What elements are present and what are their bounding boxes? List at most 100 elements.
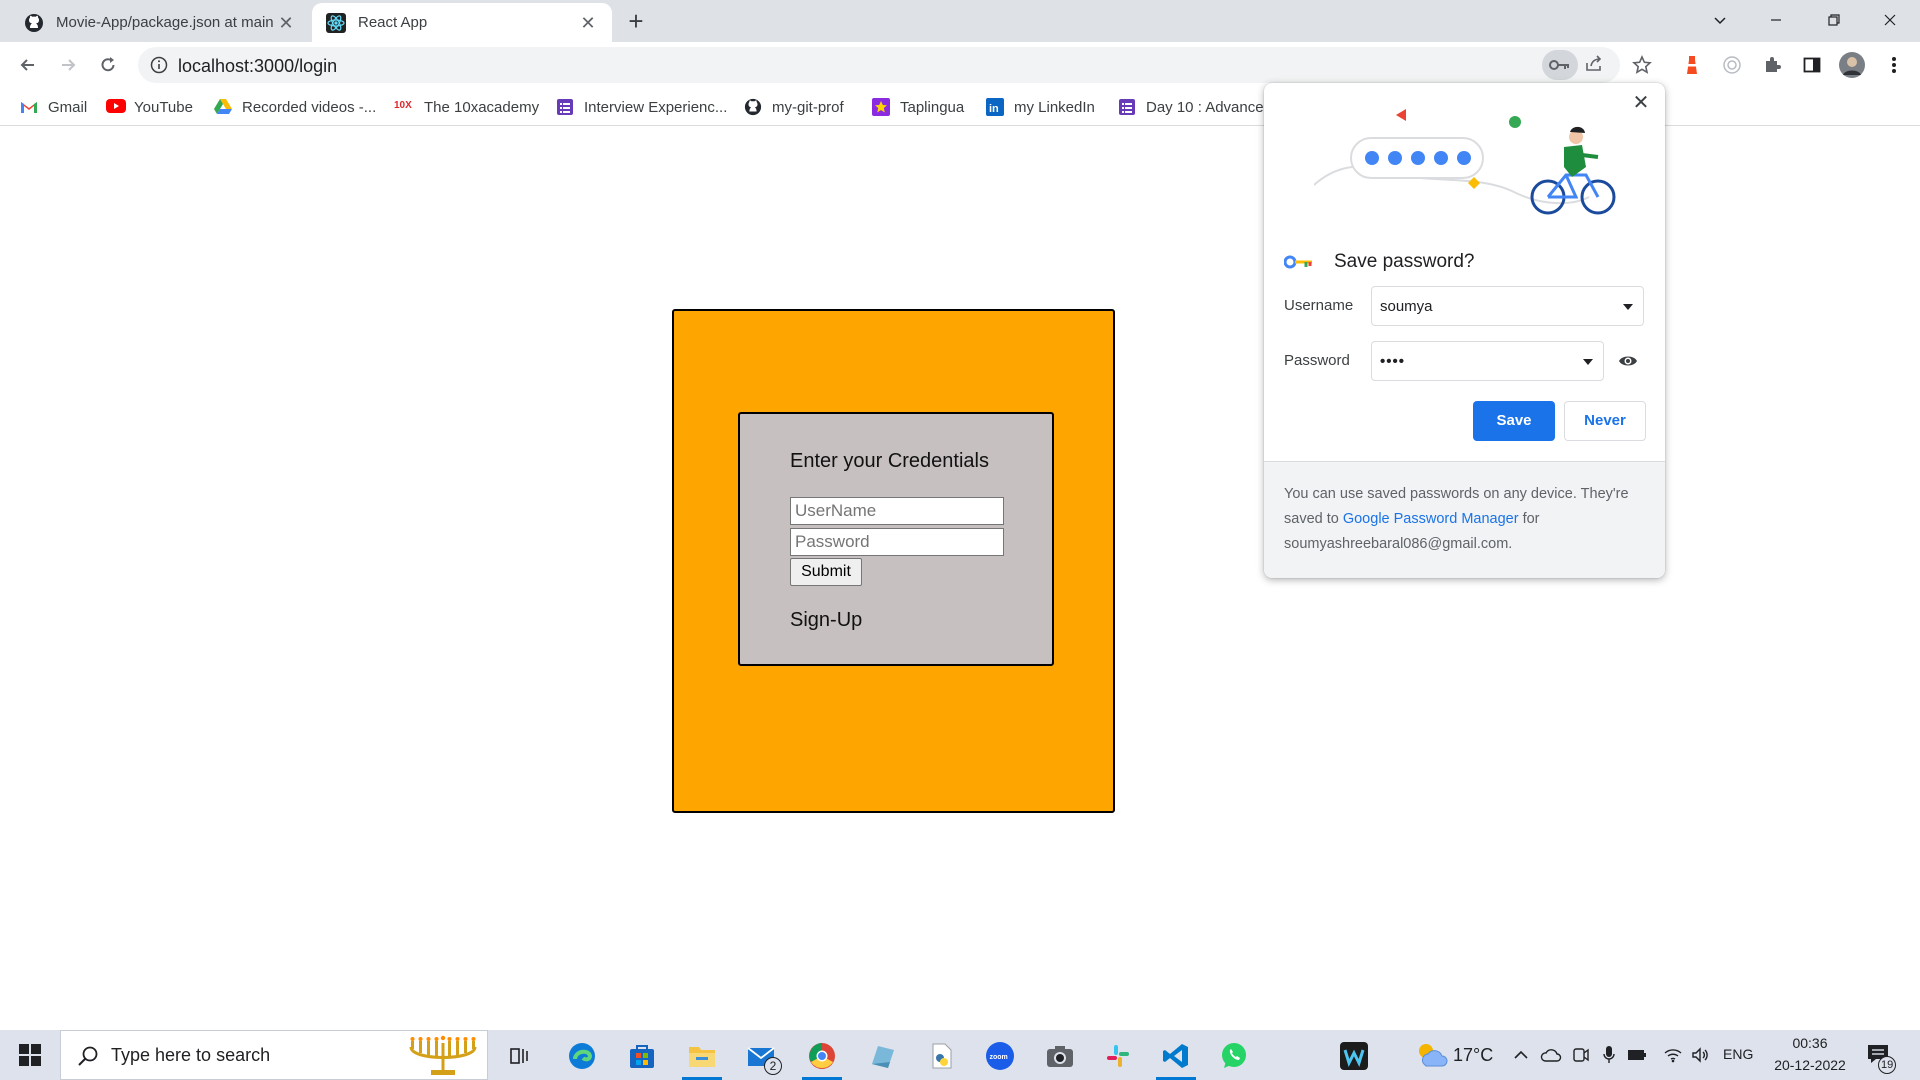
- bookmark-my-git-prof[interactable]: my-git-prof: [744, 96, 844, 118]
- close-tab-icon[interactable]: ✕: [578, 13, 598, 33]
- signup-link[interactable]: Sign-Up: [790, 609, 862, 632]
- notification-count: 19: [1878, 1056, 1897, 1074]
- close-window-icon[interactable]: [1862, 0, 1918, 40]
- onedrive-icon[interactable]: [1540, 1044, 1562, 1066]
- wifi-icon[interactable]: [1662, 1044, 1684, 1066]
- camera-icon[interactable]: [1036, 1035, 1084, 1077]
- bookmark-youtube[interactable]: YouTube: [106, 96, 193, 118]
- extensions-puzzle-icon[interactable]: [1756, 49, 1788, 81]
- site-info-icon[interactable]: [150, 56, 168, 74]
- close-icon[interactable]: ✕: [1631, 93, 1651, 113]
- show-hidden-icons-icon[interactable]: [1510, 1044, 1532, 1066]
- slack-icon[interactable]: [1094, 1035, 1142, 1077]
- chevron-down-icon: [1623, 304, 1633, 310]
- bookmark-taplingua[interactable]: Taplingua: [872, 96, 964, 118]
- battery-icon[interactable]: [1626, 1044, 1648, 1066]
- tab-search-icon[interactable]: [1692, 0, 1748, 40]
- gmail-icon: [20, 98, 38, 116]
- bookmark-label: The 10xacademy: [424, 98, 540, 116]
- password-key-icon[interactable]: [1542, 50, 1578, 80]
- form-heading: Enter your Credentials: [790, 450, 989, 472]
- windows-taskbar: Type here to search 2 zoom 17°C ENG 00:3…: [0, 1030, 1920, 1080]
- reload-icon[interactable]: [92, 49, 124, 81]
- save-password-dialog: ✕ Save password? Username soumya Passwor…: [1264, 83, 1665, 578]
- bookmark-label: Taplingua: [900, 98, 965, 116]
- github-icon: [744, 98, 762, 116]
- bookmark-label: my LinkedIn: [1014, 98, 1095, 116]
- extension-lighthouse-icon[interactable]: [1676, 49, 1708, 81]
- eye-icon[interactable]: [1618, 353, 1638, 369]
- username-select[interactable]: soumya: [1371, 286, 1644, 326]
- back-icon[interactable]: [12, 49, 44, 81]
- notes-app-icon[interactable]: [858, 1035, 906, 1077]
- bookmark-gmail[interactable]: Gmail: [20, 96, 87, 118]
- dialog-footer: You can use saved passwords on any devic…: [1264, 461, 1665, 578]
- password-key-icon: [1284, 255, 1314, 269]
- tab-react-app[interactable]: React App ✕: [312, 3, 612, 42]
- share-icon[interactable]: [1584, 54, 1604, 74]
- zoom-icon[interactable]: zoom: [976, 1035, 1024, 1077]
- address-bar[interactable]: localhost:3000/login: [138, 47, 1620, 83]
- bookmark-my-linkedin[interactable]: in my LinkedIn: [986, 96, 1095, 118]
- webex-icon[interactable]: [1330, 1035, 1378, 1077]
- meet-now-icon[interactable]: [1570, 1044, 1592, 1066]
- bookmark-label: Day 10 : Advance: [1146, 98, 1264, 116]
- forward-icon[interactable]: [52, 49, 84, 81]
- clock-date[interactable]: 20-12-2022: [1770, 1057, 1850, 1073]
- whatsapp-icon[interactable]: [1210, 1035, 1258, 1077]
- bookmark-day-10[interactable]: Day 10 : Advance: [1118, 96, 1264, 118]
- github-icon: [24, 13, 44, 33]
- username-input[interactable]: [790, 497, 1004, 525]
- extension-circle-icon[interactable]: [1716, 49, 1748, 81]
- task-view-icon[interactable]: [496, 1035, 544, 1077]
- password-input[interactable]: [790, 528, 1004, 556]
- restore-icon[interactable]: [1806, 0, 1862, 40]
- bookmark-label: Gmail: [48, 98, 88, 116]
- bookmark-recorded-videos[interactable]: Recorded videos -...: [214, 96, 376, 118]
- chrome-icon[interactable]: [798, 1035, 846, 1080]
- tab-title: Movie-App/package.json at main: [56, 14, 274, 31]
- bookmark-star-icon[interactable]: [1626, 49, 1658, 81]
- taskbar-search[interactable]: Type here to search: [60, 1030, 488, 1080]
- weather-temperature[interactable]: 17°C: [1453, 1045, 1493, 1066]
- chevron-down-icon: [1583, 359, 1593, 365]
- edge-icon[interactable]: [558, 1035, 606, 1077]
- google-drive-icon: [214, 98, 232, 116]
- username-label: Username: [1284, 297, 1354, 314]
- password-manager-link[interactable]: Google Password Manager: [1343, 511, 1519, 527]
- bookmark-label: Interview Experienc...: [584, 98, 728, 116]
- weather-cloud-icon[interactable]: [1414, 1040, 1448, 1070]
- file-explorer-icon[interactable]: [678, 1035, 726, 1080]
- submit-button[interactable]: Submit: [790, 558, 862, 586]
- vscode-icon[interactable]: [1152, 1035, 1200, 1080]
- menu-kebab-icon[interactable]: [1878, 49, 1910, 81]
- minimize-icon[interactable]: [1748, 0, 1804, 40]
- new-tab-button[interactable]: +: [622, 8, 650, 36]
- menorah-doodle-icon[interactable]: [405, 1035, 481, 1077]
- password-select[interactable]: ••••: [1371, 341, 1604, 381]
- microsoft-store-icon[interactable]: [618, 1035, 666, 1077]
- password-label: Password: [1284, 352, 1350, 369]
- microphone-icon[interactable]: [1598, 1044, 1620, 1066]
- clock-time[interactable]: 00:36: [1770, 1035, 1850, 1051]
- bookmark-label: YouTube: [134, 98, 193, 116]
- forms-icon: [556, 98, 574, 116]
- save-button[interactable]: Save: [1473, 401, 1555, 441]
- python-file-icon[interactable]: [918, 1035, 966, 1077]
- side-panel-icon[interactable]: [1796, 49, 1828, 81]
- bookmark-10xacademy[interactable]: 10X The 10xacademy: [394, 96, 539, 118]
- browser-toolbar: localhost:3000/login: [0, 42, 1920, 88]
- svg-text:in: in: [989, 103, 999, 115]
- windows-start-icon[interactable]: [0, 1030, 60, 1080]
- login-container: Enter your Credentials Submit Sign-Up: [672, 309, 1115, 813]
- mail-icon[interactable]: 2: [738, 1035, 786, 1077]
- profile-avatar[interactable]: [1836, 49, 1868, 81]
- bookmark-interview-experience[interactable]: Interview Experienc...: [556, 96, 727, 118]
- tab-github[interactable]: Movie-App/package.json at main ✕: [10, 3, 310, 42]
- react-icon: [326, 12, 346, 33]
- input-language[interactable]: ENG: [1723, 1046, 1753, 1062]
- close-tab-icon[interactable]: ✕: [276, 13, 296, 33]
- username-value: soumya: [1380, 298, 1433, 315]
- never-button[interactable]: Never: [1564, 401, 1646, 441]
- volume-icon[interactable]: [1690, 1044, 1712, 1066]
